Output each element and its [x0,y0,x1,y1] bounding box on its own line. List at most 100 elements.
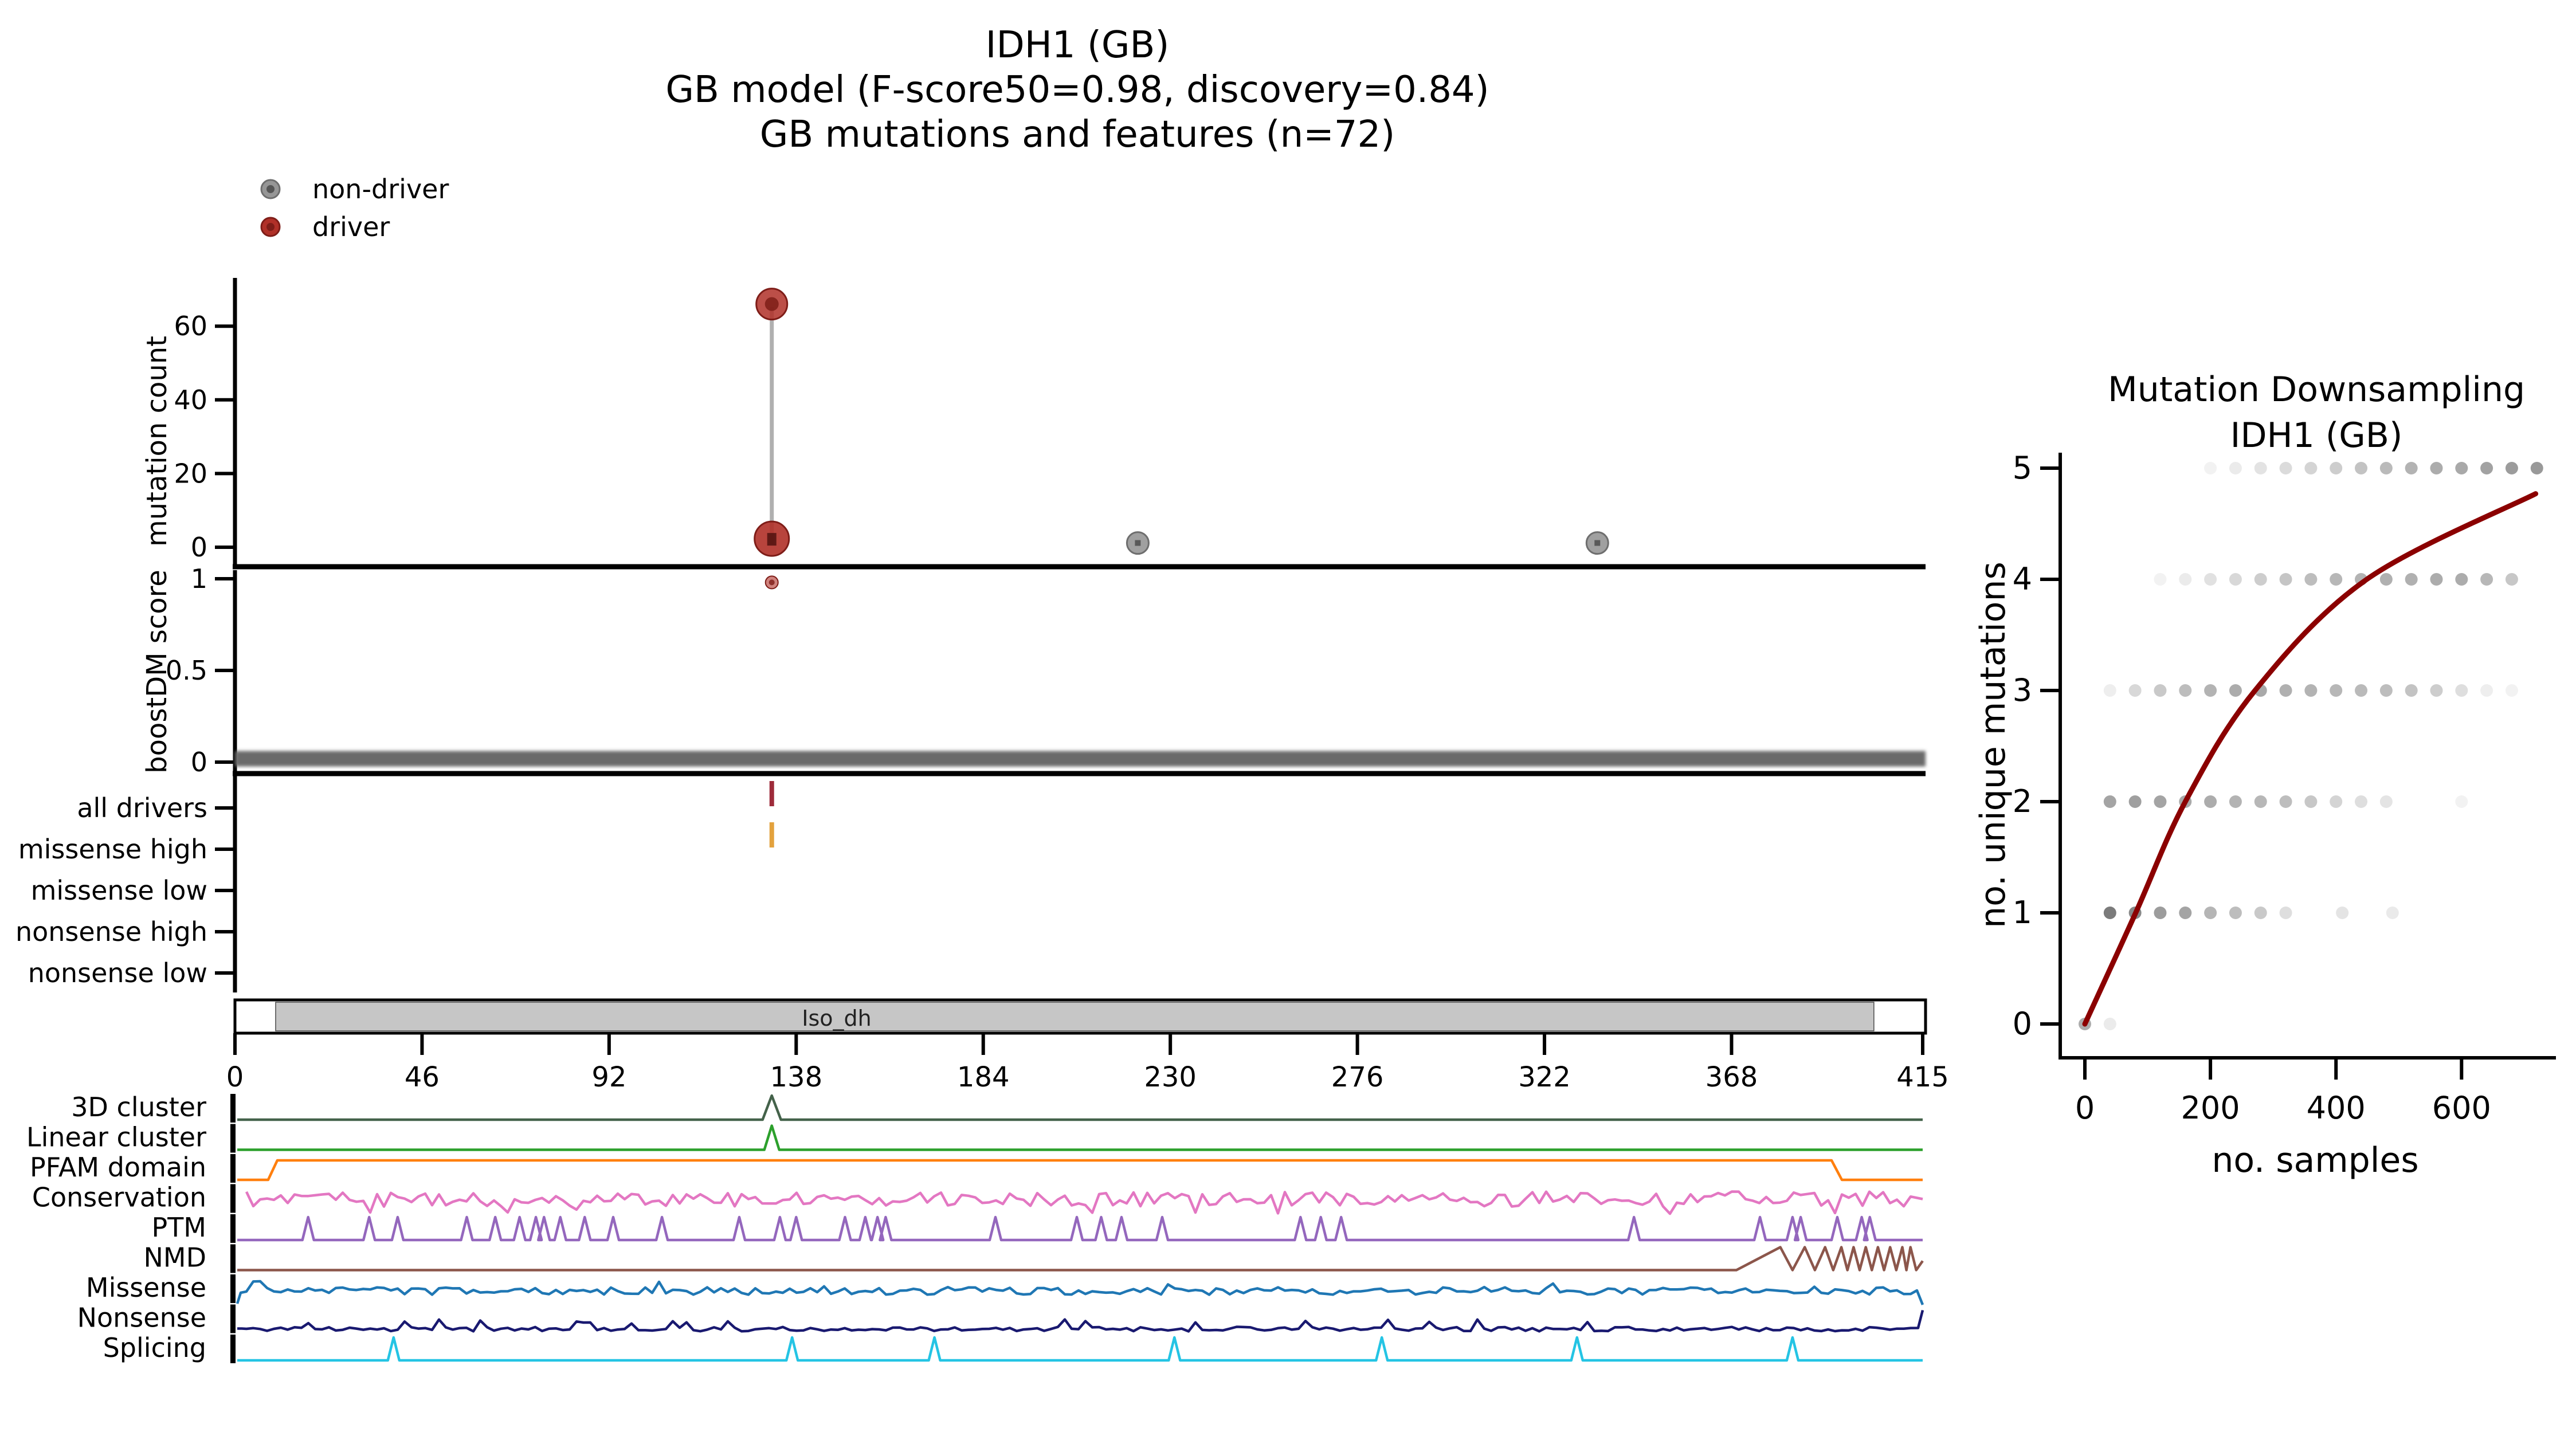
down-sample-dot [2279,795,2292,808]
track-line-splicing [237,1336,1923,1362]
track-label: NMD [143,1242,206,1273]
xtick-label: 230 [1144,1061,1197,1093]
xlabel-samples: no. samples [2212,1140,2418,1180]
down-sample-dot [2455,684,2468,697]
down-sample-dot [2355,462,2368,474]
legend-nondriver-dot-core [266,185,275,193]
ytick-label: 0 [191,747,207,778]
observed-mutation-tick [769,822,774,847]
down-xtick-label: 400 [2307,1090,2366,1126]
ytick-label: 60 [174,311,207,342]
track-label: Conservation [32,1182,206,1213]
boostdm-score-plot: 00.51 [166,563,1926,778]
observed-mutations-plot: all drivers missense high missense low nons… [15,781,774,988]
title-model: GB model (F-score50=0.98, discovery=0.84… [665,69,1489,111]
down-xtick-label: 600 [2432,1090,2491,1126]
track-axis-bar [230,1335,236,1363]
down-sample-dot [2379,462,2393,474]
track-axis-bar [230,1214,236,1243]
track-axis-bar [230,1244,236,1273]
track-axis-bar [230,1184,236,1213]
down-ytick-label: 3 [2013,672,2032,708]
down-sample-dot [2179,684,2192,697]
down-sample-dot [2430,462,2443,474]
down-sample-dot [2279,462,2292,474]
ytick-label: 0.5 [166,655,207,686]
xtick-label: 0 [226,1061,244,1093]
xtick-label: 368 [1705,1061,1758,1093]
boostdm-figure: IDH1 (GB) GB model (F-score50=0.98, disc… [15,24,2556,1363]
xtick-label: 415 [1896,1061,1949,1093]
track-line-linear-cluster [237,1124,1923,1151]
row-label: nonsense low [28,958,207,988]
row-label: missense low [31,875,207,906]
down-sample-dot [2430,684,2443,697]
ylabel-unique-mutations: no. unique mutations [1973,562,2013,928]
down-sample-dot [2430,573,2443,586]
down-sample-dot [2179,573,2192,586]
down-sample-dot [2154,684,2167,697]
down-xtick-label: 200 [2181,1090,2240,1126]
down-sample-dot [2480,573,2493,586]
down-sample-dot [2229,573,2242,586]
feature-tracks: 3D clusterLinear clusterPFAM domainConse… [26,1092,1924,1363]
observed-mutation-tick [769,781,774,806]
track-line-nmd [237,1246,1924,1272]
xtick-label: 92 [591,1061,626,1093]
score-zero-band [235,751,1926,767]
down-sample-dot [2455,795,2468,808]
track-axis-bar [230,1154,236,1183]
down-sample-dot [2379,573,2393,586]
down-sample-dot [2330,795,2343,808]
down-sample-dot [2254,573,2267,586]
down-sample-dot [2304,795,2318,808]
track-axis-bar [230,1304,236,1333]
track-axis-bar [230,1124,236,1153]
down-sample-dot [2103,907,2116,919]
down-sample-dot [2355,684,2368,697]
down-sample-dot [2154,573,2167,586]
ytick-label: 40 [174,384,207,415]
ytick-label: 0 [191,532,207,563]
down-sample-dot [2154,907,2167,919]
down-sample-dot [2530,462,2543,474]
axes-spines [233,278,1926,992]
down-sample-dot [2379,795,2393,808]
down-ytick-label: 0 [2013,1006,2032,1042]
down-sample-dot [2204,573,2217,586]
down-ytick-label: 5 [2013,450,2032,486]
main-title: IDH1 (GB) GB model (F-score50=0.98, disc… [665,24,1489,156]
domain-label: Iso_dh [802,1006,871,1031]
row-label: missense high [18,834,207,865]
legend: non-driver driver [260,174,449,242]
downsampling-plot: 0 1 2 3 4 5 0 200 400 600 [2013,450,2556,1126]
nondriver-point-core [1594,540,1601,546]
down-sample-dot [2179,907,2192,919]
track-label: PTM [151,1212,206,1243]
down-ytick-label: 1 [2013,894,2032,931]
track-line-conservation [245,1190,1923,1215]
down-sample-dot [2480,462,2493,474]
down-sample-dot [2505,573,2518,586]
track-label: 3D cluster [71,1092,206,1123]
down-ytick-label: 4 [2013,561,2032,597]
track-label: Nonsense [77,1302,206,1333]
down-sample-dot [2505,462,2518,474]
track-axis-bar [230,1274,236,1303]
track-label: Splicing [103,1332,206,1363]
needle-plot: 0 20 40 60 [174,288,1609,563]
legend-driver-label: driver [312,211,390,242]
track-line-missense [236,1280,1924,1305]
driver-point-core [767,533,777,546]
down-sample-dot [2330,573,2343,586]
xtick-label: 322 [1518,1061,1571,1093]
down-sample-dot [2229,795,2242,808]
down-sample-dot [2154,795,2167,808]
down-sample-dot [2304,573,2318,586]
row-label: all drivers [77,792,207,823]
down-sample-dot [2505,684,2518,697]
down-sample-dot [2455,462,2468,474]
down-sample-dot [2455,573,2468,586]
nondriver-point-core [1135,540,1141,546]
downsampling-title-line1: Mutation Downsampling [2108,370,2525,410]
